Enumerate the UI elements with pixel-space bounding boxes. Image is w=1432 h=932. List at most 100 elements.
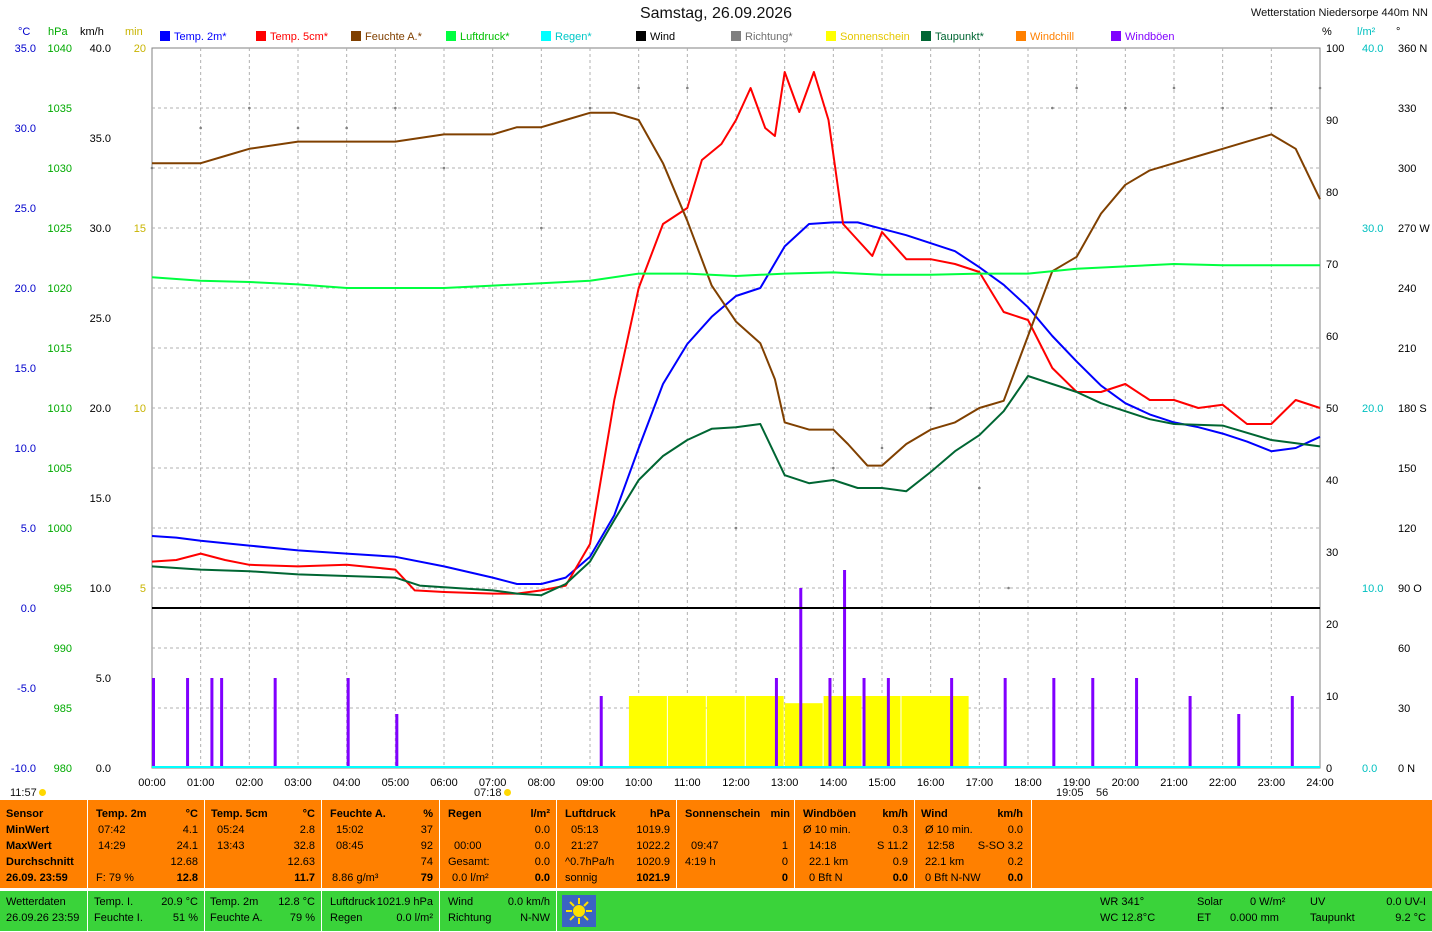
wind-axis-label: 5.0 [96,673,111,685]
humidity-min-time: 15:02 [336,824,364,836]
wind-axis-label: 10.0 [90,583,111,595]
direction-point [1051,106,1054,110]
x-tick-label: 00:00 [138,777,166,789]
gust-bar [186,678,190,768]
gust-bar [395,714,399,768]
temp2m-max: 24.1 [176,840,198,852]
direction-axis-label: 90 O [1398,583,1422,595]
direction-point [1007,586,1010,590]
wind-axis-label: 20.0 [90,403,111,415]
status-col-outdoor: Temp. 2m 12.8 °C Feuchte A. 79 % [205,891,322,931]
direction-axis-label: 60 [1398,643,1410,655]
pressure-min-time: 05:13 [571,824,599,836]
pressure-axis-label: 990 [54,643,72,655]
status-direction-label: Richtung [448,912,492,924]
humidity-axis-label: 90 [1326,115,1338,127]
pressure-trend: ^0.7hPa/h [565,856,615,868]
sun-axis-label: 15 [134,223,146,235]
col-sensor: Sensor MinWert MaxWert Durchschnitt 26.0… [0,800,88,888]
temp2m-header: Temp. 2m [96,808,147,820]
gusts-avg10: 0.3 [892,824,908,836]
direction-point [978,486,981,490]
rain-axis-label: 10.0 [1362,583,1383,595]
status-et-label: ET [1197,912,1212,924]
direction-point [150,166,154,170]
direction-point [296,126,300,130]
gust-bar [862,678,866,768]
temp-axis-label: 30.0 [15,123,36,135]
gusts-beaufort: 0 Bft N [809,872,843,884]
direction-point [734,526,738,530]
pressure-axis-label: 1035 [48,103,72,115]
x-tick-label: 05:00 [382,777,410,789]
humidity-unit: % [423,808,433,820]
sun-axis-label: 10 [134,403,146,415]
sunshine-bar [628,696,667,768]
status-temp-indoor-label: Temp. I. [94,896,134,908]
temp-axis-label: 10.0 [15,443,36,455]
humidity-axis-label: 70 [1326,259,1338,271]
col-temp2m: Temp. 2m °C 07:42 4.1 14:29 24.1 12.68 F… [88,800,205,888]
gust-bar [1135,678,1139,768]
gust-bar [273,678,277,768]
gust-bar [950,678,954,768]
col-pressure: Luftdruck hPa 05:13 1019.9 21:27 1022.2 … [557,800,677,888]
wind-axis-label: 40.0 [90,43,111,55]
rain-max-time: 00:00 [454,840,482,852]
direction-axis-label: 30 [1398,703,1410,715]
direction-point [1124,106,1127,110]
gust-bar [1237,714,1241,768]
row-max: MaxWert [6,840,52,852]
rain-today: 0.0 l/m² [452,872,489,884]
temp2m-current: 12.8 [176,872,198,884]
gust-bar [1290,696,1294,768]
status-humidity-indoor-label: Feuchte I. [94,912,143,924]
temp5cm-avg: 12.63 [287,856,315,868]
direction-point [1075,86,1078,90]
summary-table: Sensor MinWert MaxWert Durchschnitt 26.0… [0,800,1432,888]
humidity-header: Feuchte A. [330,808,386,820]
direction-axis-label: 360 N [1398,43,1427,55]
x-tick-label: 09:00 [576,777,604,789]
temp5cm-current: 11.7 [294,872,315,884]
forecast-text: sonnig [565,872,598,884]
humidity-axis-label: 30 [1326,547,1338,559]
rain-current: 0.0 [534,872,550,884]
x-tick-label: 13:00 [771,777,799,789]
status-rain: 0.0 l/m² [396,912,433,924]
humidity-max-time: 08:45 [336,840,364,852]
status-col-data: Wetterdaten 26.09.26 23:59 [0,891,88,931]
direction-point [1318,86,1322,90]
temp2m-min-time: 07:42 [98,824,126,836]
direction-axis-label: 270 W [1398,223,1430,235]
x-tick-label: 16:00 [917,777,945,789]
wind-axis-label: 35.0 [90,133,111,145]
direction-axis-label: 180 S [1398,403,1427,415]
gust-bar [828,678,832,768]
direction-point [832,466,835,470]
temp-axis-label: 25.0 [15,203,36,215]
status-dewpoint: 9.2 °C [1395,912,1426,924]
direction-axis-label: 240 [1398,283,1416,295]
sunrise-marker: 07:18 [474,787,511,799]
sunshine-avg: 0 [781,856,788,868]
col-wind: Wind km/h Ø 10 min. 0.0 12:58 S-SO 3.2 2… [915,800,1032,888]
direction-point [929,406,932,410]
status-windchill: WC 12.8°C [1100,912,1156,924]
gusts-max: S 11.2 [877,840,908,852]
humidity-axis-label: 0 [1326,763,1332,775]
pressure-max-time: 21:27 [571,840,599,852]
gust-bar [1003,678,1007,768]
x-tick-label: 15:00 [868,777,896,789]
gusts-max-time: 14:18 [809,840,837,852]
rain-axis-label: 30.0 [1362,223,1383,235]
wind-axis-label: 15.0 [90,493,111,505]
pressure-axis-label: 985 [54,703,72,715]
direction-axis-label: 150 [1398,463,1416,475]
pressure-axis-label: 1040 [48,43,72,55]
gust-bar [1052,678,1056,768]
x-tick-label: 01:00 [187,777,215,789]
x-tick-label: 14:00 [820,777,848,789]
wind-axis-label: 25.0 [90,313,111,325]
direction-axis-label: 300 [1398,163,1416,175]
